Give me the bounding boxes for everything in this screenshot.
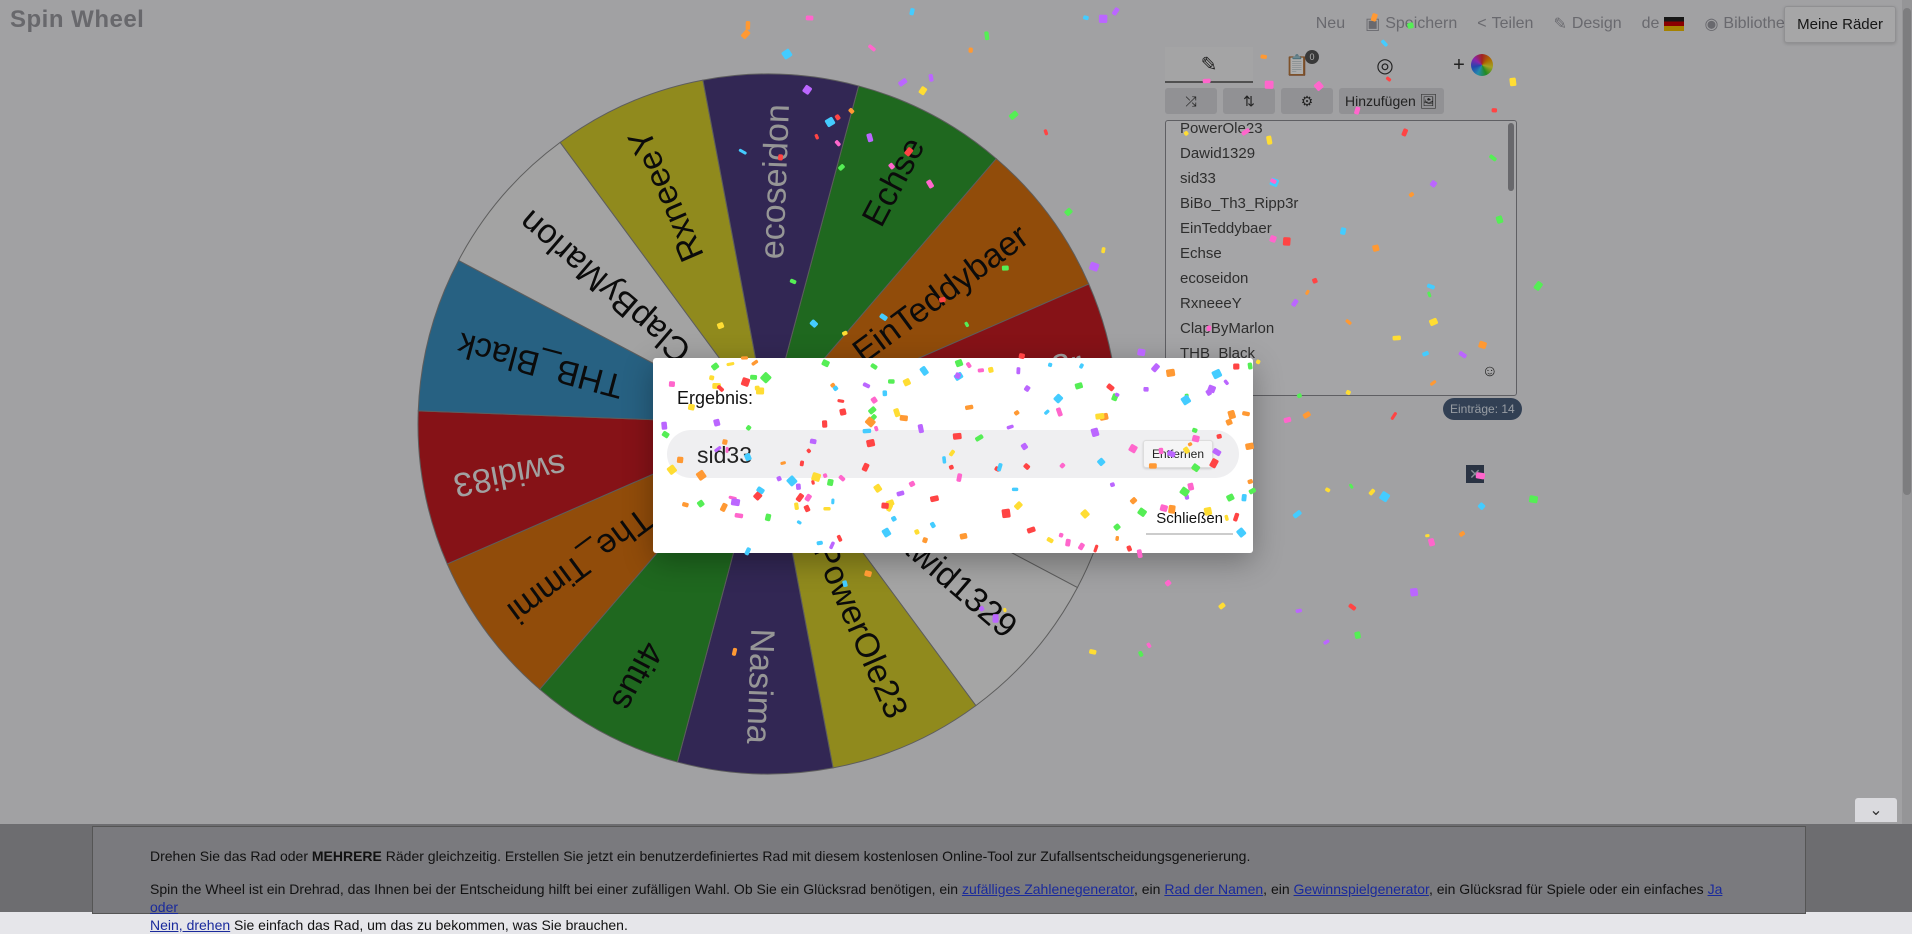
link-number-generator[interactable]: zufälliges Zahlenegenerator [962,881,1134,897]
link-name-wheel[interactable]: Rad der Namen [1164,881,1263,897]
link-giveaway[interactable]: Gewinnspielgenerator [1294,881,1429,897]
result-box: sid33 Entfernen [667,430,1239,478]
link-spin[interactable]: Nein, drehen [150,917,230,933]
close-button[interactable]: Schließen [1146,504,1233,535]
result-dialog: Ergebnis: sid33 Entfernen Schließen [653,358,1253,553]
footer-line-2: Spin the Wheel ist ein Drehrad, das Ihne… [150,881,1723,933]
result-name: sid33 [697,442,752,468]
dialog-title: Ergebnis: [677,388,754,408]
collapse-button[interactable]: ⌄ [1855,798,1897,822]
remove-button[interactable]: Entfernen [1142,440,1213,468]
footer-line-1: Drehen Sie das Rad oder MEHRERE Räder gl… [150,848,1251,864]
